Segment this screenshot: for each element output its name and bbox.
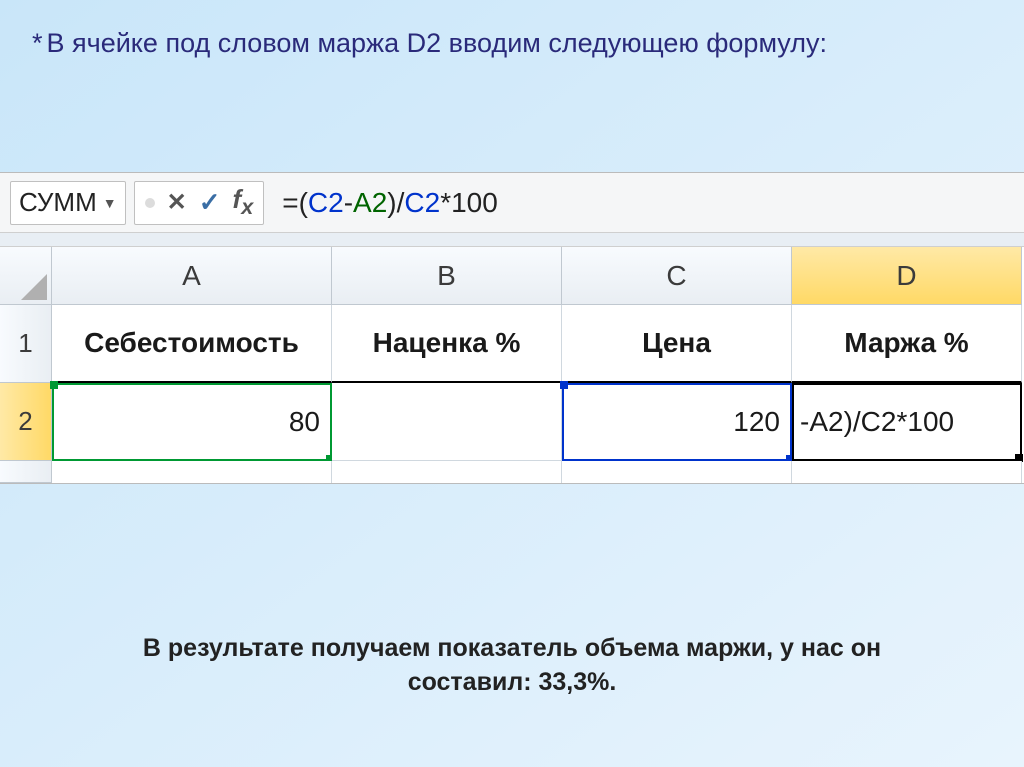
col-head-d[interactable]: D bbox=[792, 247, 1022, 305]
tok-100: 100 bbox=[451, 187, 498, 219]
tok-ref-c2-1: C2 bbox=[308, 187, 344, 219]
cell-a2[interactable]: 80 bbox=[52, 383, 332, 461]
row-head-2[interactable]: 2 bbox=[0, 383, 52, 461]
cell-a3[interactable] bbox=[52, 461, 332, 483]
cell-d3[interactable] bbox=[792, 461, 1022, 483]
formula-input[interactable]: =(C2-A2)/C2*100 bbox=[276, 181, 1014, 225]
expand-icon[interactable] bbox=[145, 198, 155, 208]
select-all-corner[interactable] bbox=[0, 247, 52, 305]
cell-d1[interactable]: Маржа % bbox=[792, 305, 1022, 383]
cell-c1[interactable]: Цена bbox=[562, 305, 792, 383]
tok-eq: = bbox=[282, 187, 298, 219]
name-box[interactable]: СУММ ▼ bbox=[10, 181, 126, 225]
excel-screenshot: СУММ ▼ ✕ ✓ fx =(C2-A2)/C2*100 A B C D 1 … bbox=[0, 172, 1024, 484]
col-head-c[interactable]: C bbox=[562, 247, 792, 305]
cell-c3[interactable] bbox=[562, 461, 792, 483]
name-box-value: СУММ bbox=[19, 187, 97, 218]
ribbon-gap bbox=[0, 233, 1024, 247]
tok-ref-a2: A2 bbox=[353, 187, 387, 219]
spreadsheet-grid: A B C D 1 Себестоимость Наценка % Цена М… bbox=[0, 247, 1024, 461]
cancel-icon[interactable]: ✕ bbox=[167, 188, 187, 217]
cell-d2[interactable]: -A2)/C2*100 bbox=[792, 383, 1022, 461]
fx-icon[interactable]: fx bbox=[233, 184, 254, 220]
chevron-down-icon[interactable]: ▼ bbox=[103, 195, 117, 211]
tok-div: / bbox=[397, 187, 405, 219]
formula-bar-buttons: ✕ ✓ fx bbox=[134, 181, 265, 225]
tok-ref-c2-2: C2 bbox=[404, 187, 440, 219]
cell-b3[interactable] bbox=[332, 461, 562, 483]
tok-minus: - bbox=[344, 187, 353, 219]
enter-icon[interactable]: ✓ bbox=[199, 187, 221, 218]
row-head-3[interactable] bbox=[0, 461, 52, 483]
col-head-b[interactable]: B bbox=[332, 247, 562, 305]
bullet-asterisk: * bbox=[32, 28, 43, 58]
cell-b2[interactable] bbox=[332, 383, 562, 461]
tok-mul: * bbox=[440, 187, 451, 219]
slide-title: *В ячейке под словом маржа D2 вводим сле… bbox=[32, 28, 992, 59]
caption-text: В результате получаем показатель объема … bbox=[0, 632, 1024, 700]
row-3-partial bbox=[0, 461, 1024, 483]
row-head-1[interactable]: 1 bbox=[0, 305, 52, 383]
title-text: В ячейке под словом маржа D2 вводим след… bbox=[47, 28, 827, 58]
tok-rparen: ) bbox=[387, 187, 396, 219]
tok-lparen: ( bbox=[299, 187, 308, 219]
cell-c2[interactable]: 120 bbox=[562, 383, 792, 461]
col-head-a[interactable]: A bbox=[52, 247, 332, 305]
cell-a1[interactable]: Себестоимость bbox=[52, 305, 332, 383]
cell-b1[interactable]: Наценка % bbox=[332, 305, 562, 383]
formula-bar: СУММ ▼ ✕ ✓ fx =(C2-A2)/C2*100 bbox=[0, 173, 1024, 233]
